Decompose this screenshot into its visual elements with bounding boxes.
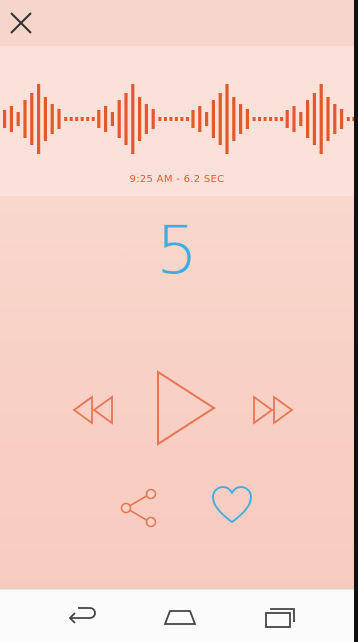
waveform-silence-dot bbox=[180, 117, 184, 121]
waveform-bar bbox=[239, 104, 243, 134]
share-button[interactable] bbox=[116, 486, 162, 530]
rewind-icon bbox=[72, 395, 113, 425]
waveform-silence-dot bbox=[169, 117, 173, 121]
recent-apps-button[interactable] bbox=[262, 604, 296, 635]
waveform-silence-dot bbox=[269, 117, 273, 121]
waveform-silence-dot bbox=[174, 117, 178, 121]
waveform-silence-dot bbox=[252, 117, 256, 121]
recent-apps-icon bbox=[265, 608, 295, 628]
back-icon bbox=[68, 607, 96, 624]
back-button[interactable] bbox=[64, 604, 98, 633]
fast-forward-icon bbox=[253, 395, 294, 425]
waveform-bar bbox=[50, 104, 54, 134]
waveform-bar bbox=[9, 106, 13, 132]
waveform-silence-dot bbox=[185, 117, 189, 121]
home-icon bbox=[163, 610, 197, 625]
actions-row bbox=[0, 480, 354, 540]
counter-value: 5 bbox=[156, 212, 198, 289]
home-button[interactable] bbox=[162, 604, 198, 633]
play-icon bbox=[157, 370, 216, 446]
waveform-bar bbox=[225, 84, 229, 154]
waveform-silence-dot bbox=[75, 117, 79, 121]
waveform-silence-dot bbox=[352, 117, 354, 121]
waveform-bar bbox=[23, 100, 27, 138]
waveform-bar bbox=[138, 97, 142, 141]
waveform-bar bbox=[218, 93, 222, 145]
play-button[interactable] bbox=[152, 368, 218, 448]
waveform-bar bbox=[37, 84, 41, 154]
waveform-bar bbox=[299, 112, 303, 126]
recording-caption: 9:25 AM - 6.2 SEC bbox=[129, 174, 225, 185]
heart-icon bbox=[212, 486, 252, 524]
waveform-bar bbox=[191, 110, 195, 128]
waveform-bar bbox=[104, 106, 108, 132]
waveform-silence-dot bbox=[158, 117, 162, 121]
top-bar bbox=[0, 0, 354, 46]
app-screen: 9:25 AM - 6.2 SEC 5 bbox=[0, 0, 358, 642]
fast-forward-button[interactable] bbox=[248, 394, 296, 426]
waveform-bar bbox=[232, 97, 236, 141]
waveform-bar bbox=[110, 112, 114, 126]
waveform-bar bbox=[97, 110, 101, 128]
waveform-bar bbox=[131, 84, 135, 154]
waveform-bar bbox=[326, 97, 330, 141]
waveform-silence-dot bbox=[280, 117, 284, 121]
waveform-bar bbox=[30, 93, 34, 145]
waveform-bar bbox=[211, 100, 215, 138]
share-icon bbox=[120, 488, 157, 528]
waveform-silence-dot bbox=[86, 117, 90, 121]
rewind-button[interactable] bbox=[70, 394, 118, 426]
waveform-bar bbox=[151, 109, 155, 129]
waveform-silence-dot bbox=[80, 117, 84, 121]
waveform-bar bbox=[144, 104, 148, 134]
close-button[interactable] bbox=[6, 8, 36, 38]
waveform-silence-dot bbox=[258, 117, 262, 121]
waveform-bar bbox=[306, 100, 310, 138]
waveform-silence-dot bbox=[64, 117, 68, 121]
waveform-silence-dot bbox=[163, 117, 167, 121]
waveform-bar bbox=[57, 109, 61, 129]
waveform-bar bbox=[245, 109, 249, 129]
waveform-silence-dot bbox=[69, 117, 73, 121]
waveform-bar bbox=[285, 110, 289, 128]
waveform-bar bbox=[16, 112, 20, 126]
waveform-bar bbox=[312, 93, 316, 145]
waveform-bar bbox=[292, 106, 296, 132]
waveform-bar bbox=[319, 84, 323, 154]
waveform-silence-dot bbox=[346, 117, 350, 121]
waveform[interactable] bbox=[0, 64, 354, 174]
waveform-bar bbox=[117, 100, 121, 138]
playback-controls bbox=[0, 366, 354, 456]
waveform-bar bbox=[198, 106, 202, 132]
waveform-panel: 9:25 AM - 6.2 SEC bbox=[0, 46, 354, 196]
like-button[interactable] bbox=[210, 484, 254, 528]
waveform-bar bbox=[43, 97, 47, 141]
waveform-silence-dot bbox=[274, 117, 278, 121]
waveform-bar bbox=[333, 104, 337, 134]
waveform-bar bbox=[3, 110, 7, 128]
waveform-bar bbox=[124, 93, 128, 145]
waveform-bar bbox=[205, 112, 209, 126]
waveform-bar bbox=[340, 109, 344, 129]
waveform-silence-dot bbox=[263, 117, 267, 121]
close-icon bbox=[10, 12, 32, 34]
android-nav-bar bbox=[0, 589, 354, 642]
waveform-silence-dot bbox=[91, 117, 95, 121]
